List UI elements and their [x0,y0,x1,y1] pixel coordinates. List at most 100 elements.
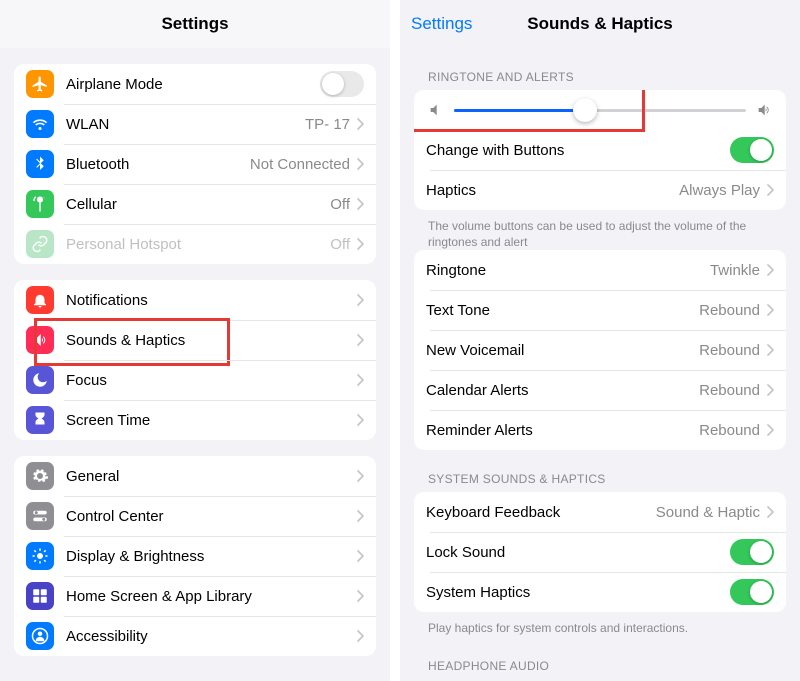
row-label: Change with Buttons [426,142,730,159]
row-value: TP- 17 [305,116,350,133]
row-focus[interactable]: Focus [14,360,376,400]
sounds-scroll[interactable]: RINGTONE AND ALERTS Change with Buttons Ha… [400,48,800,681]
row-label: Haptics [426,182,679,199]
section-footer: The volume buttons can be used to adjust… [428,218,772,250]
row-value: Rebound [699,422,760,439]
row-label: Airplane Mode [66,76,320,93]
row-label: Text Tone [426,302,699,319]
sun-icon [26,542,54,570]
row-voicemail[interactable]: New VoicemailRebound [414,330,786,370]
settings-group: General Control Center Display & Brightnes… [14,456,376,656]
chevron-right-icon [356,238,364,250]
volume-slider[interactable] [454,109,746,112]
section-header: HEADPHONE AUDIO [428,659,772,673]
chevron-right-icon [356,590,364,602]
row-label: System Haptics [426,584,730,601]
row-home[interactable]: Home Screen & App Library [14,576,376,616]
settings-pane: Settings Airplane ModeWLANTP- 17Bluetoot… [0,0,400,681]
row-airplane[interactable]: Airplane Mode [14,64,376,104]
chevron-right-icon [356,118,364,130]
chevron-right-icon [356,470,364,482]
row-locksound[interactable]: Lock Sound [414,532,786,572]
link-icon [26,230,54,258]
row-changebuttons[interactable]: Change with Buttons [414,130,786,170]
row-bluetooth[interactable]: BluetoothNot Connected [14,144,376,184]
row-reminder[interactable]: Reminder AlertsRebound [414,410,786,450]
toggle-locksound[interactable] [730,539,774,565]
hourglass-icon [26,406,54,434]
toggle-systemhaptics[interactable] [730,579,774,605]
settings-header: Settings [0,0,390,48]
row-texttone[interactable]: Text ToneRebound [414,290,786,330]
chevron-right-icon [766,506,774,518]
row-ringtone[interactable]: RingtoneTwinkle [414,250,786,290]
row-value: Rebound [699,342,760,359]
section-footer: Play haptics for system controls and int… [428,620,772,636]
row-notifications[interactable]: Notifications [14,280,376,320]
speaker-icon [26,326,54,354]
row-label: Keyboard Feedback [426,504,656,521]
chevron-right-icon [766,304,774,316]
row-label: General [66,468,356,485]
chevron-right-icon [766,184,774,196]
row-label: Notifications [66,292,356,309]
row-screentime[interactable]: Screen Time [14,400,376,440]
row-label: Calendar Alerts [426,382,699,399]
chevron-right-icon [356,294,364,306]
row-display[interactable]: Display & Brightness [14,536,376,576]
settings-scroll[interactable]: Airplane ModeWLANTP- 17BluetoothNot Conn… [0,48,390,681]
page-title: Sounds & Haptics [527,14,672,34]
row-label: Reminder Alerts [426,422,699,439]
row-label: Sounds & Haptics [66,332,356,349]
chevron-right-icon [356,550,364,562]
row-value: Not Connected [250,156,350,173]
page-title: Settings [161,14,228,34]
row-value: Twinkle [710,262,760,279]
switches-icon [26,502,54,530]
row-label: Personal Hotspot [66,236,330,253]
toggle-airplane[interactable] [320,71,364,97]
moon-icon [26,366,54,394]
section-header: SYSTEM SOUNDS & HAPTICS [428,472,772,486]
sounds-haptics-pane: Settings Sounds & Haptics RINGTONE AND A… [400,0,800,681]
row-keyboard[interactable]: Keyboard FeedbackSound & Haptic [414,492,786,532]
row-accessibility[interactable]: Accessibility [14,616,376,656]
settings-group: Airplane ModeWLANTP- 17BluetoothNot Conn… [14,64,376,264]
row-cellular[interactable]: CellularOff [14,184,376,224]
volume-high-icon [756,102,772,118]
row-general[interactable]: General [14,456,376,496]
bell-icon [26,286,54,314]
row-value: Sound & Haptic [656,504,760,521]
row-value: Off [330,196,350,213]
section-header: RINGTONE AND ALERTS [428,70,772,84]
row-label: Display & Brightness [66,548,356,565]
chevron-right-icon [356,334,364,346]
row-calendar[interactable]: Calendar AlertsRebound [414,370,786,410]
chevron-right-icon [356,198,364,210]
chevron-right-icon [356,414,364,426]
chevron-right-icon [356,374,364,386]
row-label: Ringtone [426,262,710,279]
row-controlcenter[interactable]: Control Center [14,496,376,536]
chevron-right-icon [356,510,364,522]
row-systemhaptics[interactable]: System Haptics [414,572,786,612]
row-haptics[interactable]: HapticsAlways Play [414,170,786,210]
antenna-icon [26,190,54,218]
back-button[interactable]: Settings [410,11,472,37]
row-label: WLAN [66,116,305,133]
settings-group: Notifications Sounds & Haptics Focus Screen… [14,280,376,440]
row-label: Control Center [66,508,356,525]
row-label: Bluetooth [66,156,250,173]
row-label: New Voicemail [426,342,699,359]
grid-icon [26,582,54,610]
row-hotspot[interactable]: Personal HotspotOff [14,224,376,264]
chevron-right-icon [766,264,774,276]
volume-low-icon [428,102,444,118]
row-label: Home Screen & App Library [66,588,356,605]
row-wlan[interactable]: WLANTP- 17 [14,104,376,144]
row-label: Cellular [66,196,330,213]
row-sounds[interactable]: Sounds & Haptics [14,320,376,360]
chevron-right-icon [356,630,364,642]
toggle-changebuttons[interactable] [730,137,774,163]
row-label: Focus [66,372,356,389]
